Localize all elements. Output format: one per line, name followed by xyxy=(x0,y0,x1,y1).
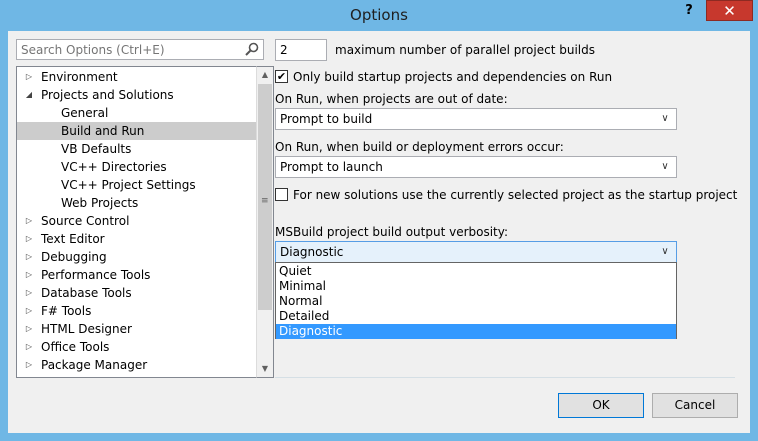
expand-arrow-icon[interactable]: ▷ xyxy=(23,356,35,374)
dialog-client-area: ▷ Environment ◢ Projects and Solutions Gener… xyxy=(8,31,750,433)
tree-item-label: Performance Tools xyxy=(41,268,151,282)
search-icon[interactable] xyxy=(245,42,259,56)
scroll-down-arrow-icon[interactable]: ▼ xyxy=(257,361,273,377)
errors-value: Prompt to launch xyxy=(280,160,383,174)
ok-button[interactable]: OK xyxy=(558,393,644,418)
tree-item[interactable]: ▷ Office Tools xyxy=(17,338,256,356)
tree-scrollbar[interactable]: ▲ ≡ ▼ xyxy=(256,66,274,378)
out-of-date-select[interactable]: Prompt to build ∨ xyxy=(275,108,677,130)
tree-item[interactable]: ◢ Projects and Solutions xyxy=(17,86,256,104)
tree-item[interactable]: General xyxy=(17,104,256,122)
tree-item[interactable]: ▷ Database Tools xyxy=(17,284,256,302)
only-build-startup-checkbox[interactable]: ✔ xyxy=(275,70,288,83)
tree-item-label: Text Editor xyxy=(41,232,105,246)
tree-item-label: General xyxy=(61,106,109,120)
tree-item-label: Debugging xyxy=(41,250,107,264)
expand-arrow-icon[interactable]: ▷ xyxy=(23,68,35,86)
tree-item-label: HTML Designer xyxy=(41,322,132,336)
tree-item[interactable]: VB Defaults xyxy=(17,140,256,158)
scroll-up-arrow-icon[interactable]: ▲ xyxy=(257,67,273,83)
verbosity-select[interactable]: Diagnostic ∨ xyxy=(275,241,677,263)
new-solutions-label: For new solutions use the currently sele… xyxy=(293,188,738,202)
tree-item[interactable]: ▷ Debugging xyxy=(17,248,256,266)
tree-item[interactable]: ▷ Text Editor xyxy=(17,230,256,248)
tree-item[interactable]: ▷ Source Control xyxy=(17,212,256,230)
tree-item[interactable]: ▷ Environment xyxy=(17,68,256,86)
divider xyxy=(275,377,735,378)
chevron-down-icon: ∨ xyxy=(661,113,669,124)
tree-item[interactable]: ▷ F# Tools xyxy=(17,302,256,320)
verbosity-label: MSBuild project build output verbosity: xyxy=(275,225,509,239)
verbosity-option[interactable]: Detailed xyxy=(276,309,676,324)
tree-item-label: Web Projects xyxy=(61,196,139,210)
help-button[interactable]: ? xyxy=(674,1,704,21)
tree-item[interactable]: Build and Run xyxy=(17,122,256,140)
verbosity-option[interactable]: Diagnostic xyxy=(276,324,676,339)
parallel-builds-label: maximum number of parallel project build… xyxy=(335,43,595,57)
tree-item-label: Office Tools xyxy=(41,340,110,354)
tree-item[interactable]: VC++ Directories xyxy=(17,158,256,176)
tree-item-label: Build and Run xyxy=(61,124,145,138)
collapse-arrow-icon[interactable]: ◢ xyxy=(23,86,35,104)
tree-item-label: VC++ Directories xyxy=(61,160,167,174)
search-input[interactable] xyxy=(17,40,235,59)
out-of-date-label: On Run, when projects are out of date: xyxy=(275,92,508,106)
grip-icon: ≡ xyxy=(261,196,269,206)
tree-item[interactable]: Web Projects xyxy=(17,194,256,212)
chevron-down-icon: ∨ xyxy=(661,161,669,172)
verbosity-option[interactable]: Quiet xyxy=(276,264,676,279)
expand-arrow-icon[interactable]: ▷ xyxy=(23,284,35,302)
options-tree[interactable]: ▷ Environment ◢ Projects and Solutions Gener… xyxy=(16,66,256,378)
expand-arrow-icon[interactable]: ▷ xyxy=(23,212,35,230)
close-button[interactable]: ✕ xyxy=(706,0,753,21)
out-of-date-value: Prompt to build xyxy=(280,112,373,126)
tree-item[interactable]: ▷ HTML Designer xyxy=(17,320,256,338)
tree-item-label: Environment xyxy=(41,70,118,84)
tree-item[interactable]: ▷ Package Manager xyxy=(17,356,256,374)
tree-item-label: VB Defaults xyxy=(61,142,132,156)
expand-arrow-icon[interactable]: ▷ xyxy=(23,338,35,356)
cancel-button[interactable]: Cancel xyxy=(652,393,738,418)
parallel-builds-input[interactable]: 2 xyxy=(275,39,327,61)
expand-arrow-icon[interactable]: ▷ xyxy=(23,320,35,338)
search-box[interactable] xyxy=(16,39,264,60)
tree-item[interactable]: ▷ Performance Tools xyxy=(17,266,256,284)
only-build-startup-label: Only build startup projects and dependen… xyxy=(293,70,613,84)
expand-arrow-icon[interactable]: ▷ xyxy=(23,248,35,266)
verbosity-dropdown-list[interactable]: Quiet Minimal Normal Detailed Diagnostic xyxy=(275,262,677,339)
tree-item-label: Source Control xyxy=(41,214,130,228)
expand-arrow-icon[interactable]: ▷ xyxy=(23,302,35,320)
tree-item-label: Projects and Solutions xyxy=(41,88,174,102)
scrollbar-thumb[interactable]: ≡ xyxy=(258,84,272,310)
options-window: Options ? ✕ ▷ Environment ◢ Projects and So… xyxy=(0,0,758,441)
tree-item[interactable]: VC++ Project Settings xyxy=(17,176,256,194)
window-title: Options xyxy=(350,6,408,24)
errors-label: On Run, when build or deployment errors … xyxy=(275,140,564,154)
expand-arrow-icon[interactable]: ▷ xyxy=(23,266,35,284)
verbosity-value: Diagnostic xyxy=(280,245,344,259)
new-solutions-checkbox[interactable] xyxy=(275,188,288,201)
errors-select[interactable]: Prompt to launch ∨ xyxy=(275,156,677,178)
verbosity-option[interactable]: Normal xyxy=(276,294,676,309)
verbosity-option[interactable]: Minimal xyxy=(276,279,676,294)
expand-arrow-icon[interactable]: ▷ xyxy=(23,230,35,248)
tree-item-label: Database Tools xyxy=(41,286,132,300)
chevron-down-icon: ∨ xyxy=(661,246,669,257)
tree-item-label: VC++ Project Settings xyxy=(61,178,196,192)
tree-item-label: F# Tools xyxy=(41,304,92,318)
tree-item-label: Package Manager xyxy=(41,358,148,372)
title-bar[interactable]: Options ? ✕ xyxy=(0,0,758,31)
